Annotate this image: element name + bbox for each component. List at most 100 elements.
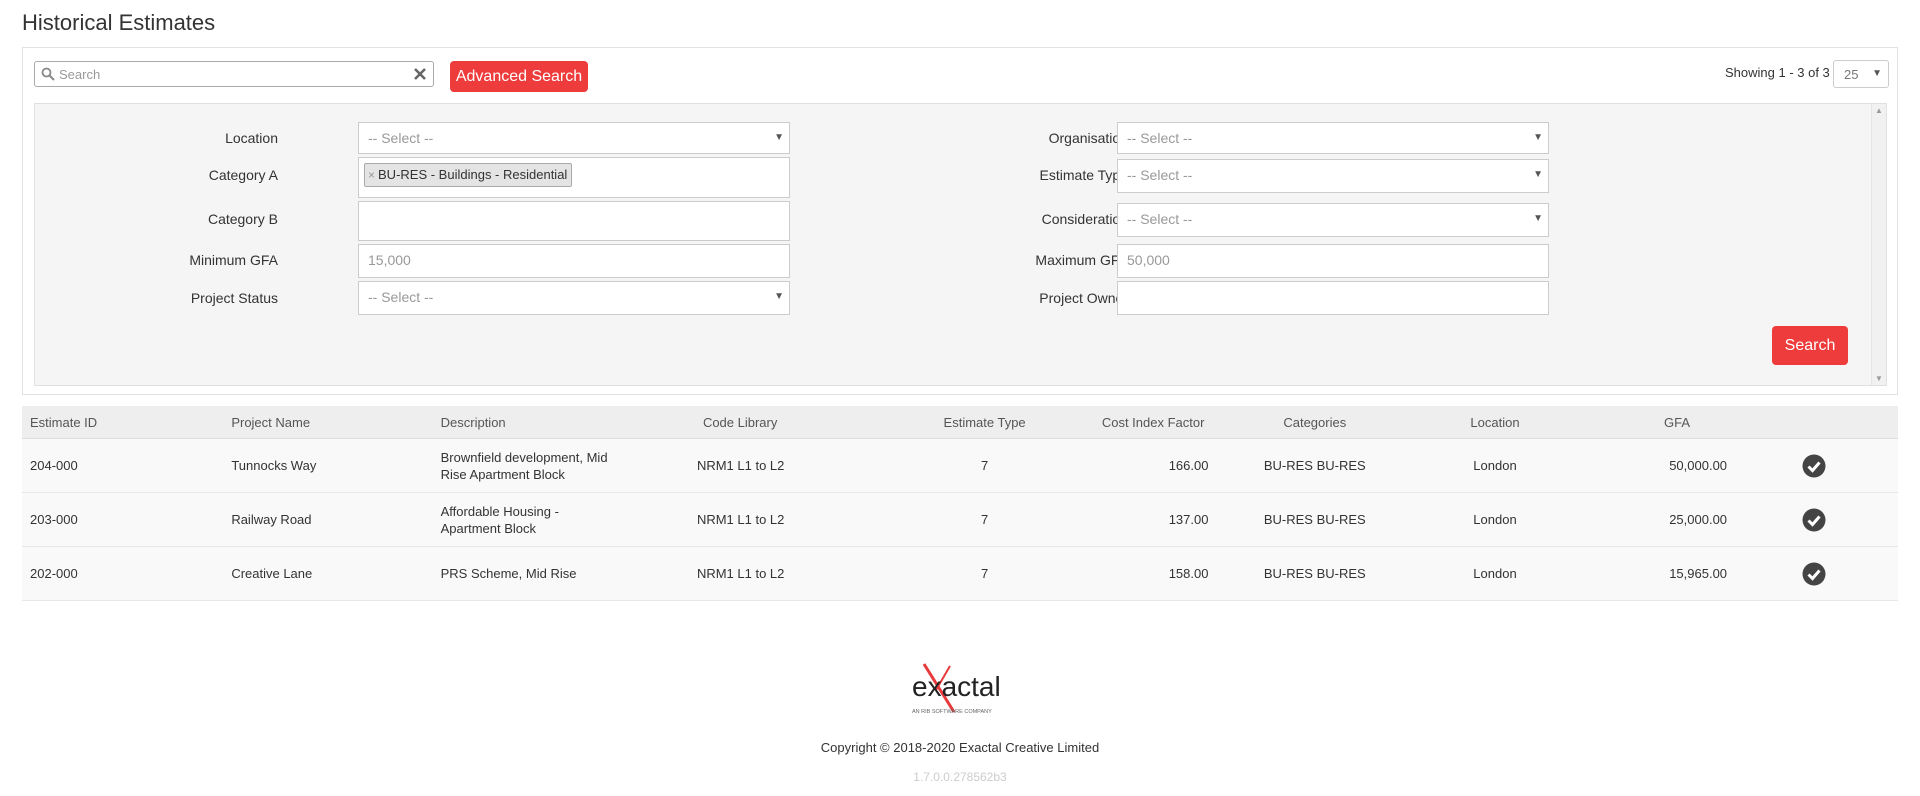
cell-project-name: Tunnocks Way [231, 438, 441, 493]
estimate-type-value: -- Select -- [1127, 167, 1193, 183]
maximum-gfa-label: Maximum GFA [1035, 252, 1128, 268]
chevron-down-icon: ▼ [774, 132, 784, 143]
scrollbar[interactable]: ▲ ▼ [1871, 104, 1886, 385]
cell-location: London [1421, 546, 1569, 601]
cell-cost-index-factor: 166.00 [1062, 438, 1209, 493]
location-value: -- Select -- [368, 130, 434, 146]
copyright: Copyright © 2018-2020 Exactal Creative L… [820, 740, 1100, 755]
col-location[interactable]: Location [1421, 406, 1569, 439]
cell-action [1730, 438, 1898, 493]
results-table: Estimate ID Project Name Description Cod… [22, 406, 1898, 601]
advanced-search-area: Location -- Select -- ▼ Category A × BU-R… [34, 103, 1887, 386]
minimum-gfa-label: Minimum GFA [189, 252, 278, 268]
showing-count: Showing 1 - 3 of 3 [1725, 65, 1830, 80]
location-label: Location [225, 130, 278, 146]
location-select[interactable]: -- Select -- ▼ [358, 122, 790, 154]
category-b-select[interactable] [358, 201, 790, 241]
col-code-library[interactable]: Code Library [696, 406, 907, 439]
category-a-select[interactable]: × BU-RES - Buildings - Residential [358, 157, 790, 198]
search-box[interactable] [34, 61, 434, 87]
cell-estimate-id: 202-000 [22, 546, 232, 601]
check-circle-icon[interactable] [1802, 454, 1826, 478]
col-estimate-type[interactable]: Estimate Type [906, 406, 1063, 439]
cell-estimate-type: 7 [906, 438, 1063, 493]
consideration-label: Consideration [1041, 211, 1128, 227]
cell-action [1730, 492, 1898, 547]
estimate-type-label: Estimate Type [1039, 167, 1128, 183]
search-input[interactable] [59, 64, 399, 84]
cell-description: PRS Scheme, Mid Rise [440, 546, 697, 601]
category-b-label: Category B [207, 211, 278, 227]
category-a-label: Category A [208, 167, 278, 183]
col-action [1730, 406, 1898, 439]
estimate-type-select[interactable]: -- Select -- ▼ [1117, 159, 1549, 193]
cell-gfa: 25,000.00 [1568, 492, 1731, 547]
cell-code-library: NRM1 L1 to L2 [696, 492, 907, 547]
clear-icon[interactable] [413, 67, 427, 81]
project-status-value: -- Select -- [368, 289, 434, 305]
table-header-row: Estimate ID Project Name Description Cod… [22, 406, 1898, 439]
project-status-label: Project Status [190, 290, 278, 306]
col-description[interactable]: Description [440, 406, 697, 439]
search-panel: Advanced Search Showing 1 - 3 of 3 25 ▼ … [22, 47, 1898, 395]
page-title: Historical Estimates [22, 10, 216, 35]
cell-project-name: Railway Road [231, 492, 441, 547]
organisation-select[interactable]: -- Select -- ▼ [1117, 122, 1549, 154]
table-row[interactable]: 203-000 Railway Road Affordable Housing … [22, 492, 1898, 547]
logo-wordmark: exactal [912, 671, 1001, 702]
col-categories[interactable]: Categories [1208, 406, 1422, 439]
cell-gfa: 15,965.00 [1568, 546, 1731, 601]
col-gfa[interactable]: GFA [1568, 406, 1731, 439]
minimum-gfa-placeholder: 15,000 [368, 252, 411, 268]
cell-code-library: NRM1 L1 to L2 [696, 438, 907, 493]
col-estimate-id[interactable]: Estimate ID [22, 406, 232, 439]
project-status-select[interactable]: -- Select -- ▼ [358, 281, 790, 315]
table-row[interactable]: 202-000 Creative Lane PRS Scheme, Mid Ri… [22, 546, 1898, 601]
scroll-up-icon[interactable]: ▲ [1875, 106, 1883, 115]
chevron-down-icon: ▼ [1533, 213, 1543, 224]
organisation-label: Organisation [1048, 130, 1128, 146]
exactal-logo: exactal AN RIB SOFTWARE COMPANY [912, 663, 1001, 715]
page-size-value: 25 [1844, 67, 1859, 82]
project-owner-field[interactable] [1117, 281, 1549, 315]
cell-categories: BU-RES BU-RES [1208, 438, 1422, 493]
search-icon [41, 67, 55, 81]
cell-categories: BU-RES BU-RES [1208, 546, 1422, 601]
search-button[interactable]: Search [1772, 326, 1848, 365]
chevron-down-icon: ▼ [774, 291, 784, 302]
col-cost-index-factor[interactable]: Cost Index Factor [1062, 406, 1209, 439]
cell-cost-index-factor: 158.00 [1062, 546, 1209, 601]
project-owner-label: Project Owner [1039, 290, 1128, 306]
cell-code-library: NRM1 L1 to L2 [696, 546, 907, 601]
table-row[interactable]: 204-000 Tunnocks Way Brownfield developm… [22, 438, 1898, 493]
cell-gfa: 50,000.00 [1568, 438, 1731, 493]
cell-categories: BU-RES BU-RES [1208, 492, 1422, 547]
cell-action [1730, 546, 1898, 601]
chevron-down-icon: ▼ [1872, 68, 1882, 79]
cell-estimate-type: 7 [906, 546, 1063, 601]
advanced-search-button[interactable]: Advanced Search [450, 61, 588, 92]
page-size-select[interactable]: 25 ▼ [1833, 60, 1889, 88]
cell-description: Brownfield development, Mid Rise Apartme… [440, 438, 697, 493]
col-project-name[interactable]: Project Name [231, 406, 441, 439]
cell-estimate-type: 7 [906, 492, 1063, 547]
category-a-tag[interactable]: × BU-RES - Buildings - Residential [364, 163, 573, 187]
cell-estimate-id: 204-000 [22, 438, 232, 493]
minimum-gfa-field[interactable]: 15,000 [358, 244, 790, 278]
cell-location: London [1421, 492, 1569, 547]
tag-remove-icon[interactable]: × [368, 168, 375, 182]
check-circle-icon[interactable] [1802, 562, 1826, 586]
cell-location: London [1421, 438, 1569, 493]
cell-cost-index-factor: 137.00 [1062, 492, 1209, 547]
category-a-tag-label: BU-RES - Buildings - Residential [378, 167, 568, 182]
maximum-gfa-field[interactable]: 50,000 [1117, 244, 1549, 278]
scroll-down-icon[interactable]: ▼ [1875, 374, 1883, 383]
consideration-select[interactable]: -- Select -- ▼ [1117, 203, 1549, 237]
organisation-value: -- Select -- [1127, 130, 1193, 146]
cell-project-name: Creative Lane [231, 546, 441, 601]
cell-estimate-id: 203-000 [22, 492, 232, 547]
logo-tagline: AN RIB SOFTWARE COMPANY [912, 709, 992, 715]
chevron-down-icon: ▼ [1533, 132, 1543, 143]
check-circle-icon[interactable] [1802, 508, 1826, 532]
consideration-value: -- Select -- [1127, 211, 1193, 227]
